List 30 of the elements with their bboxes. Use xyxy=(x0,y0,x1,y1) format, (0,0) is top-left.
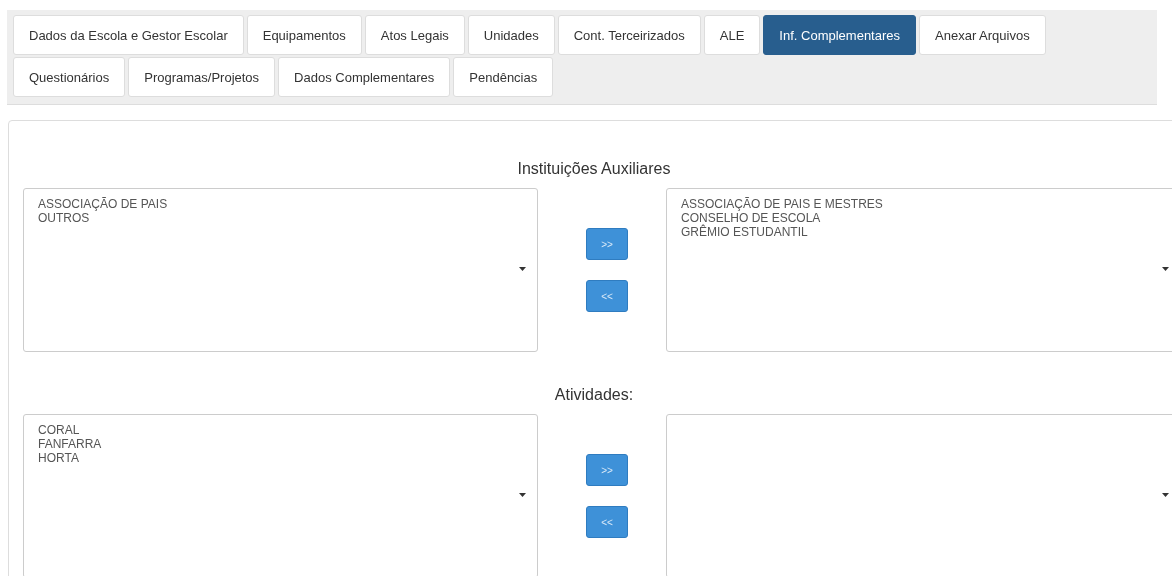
list-option[interactable]: OUTROS xyxy=(38,211,90,225)
list-option[interactable]: ASSOCIAÇÃO DE PAIS xyxy=(38,197,168,211)
tab[interactable]: Equipamentos xyxy=(246,15,362,55)
caret-icon xyxy=(1162,493,1169,497)
caret-icon xyxy=(519,267,526,271)
tab[interactable]: Questionários xyxy=(13,57,126,97)
tab[interactable]: Cont. Terceirizados xyxy=(557,15,701,55)
tab[interactable]: Unidades xyxy=(467,15,555,55)
tab[interactable]: Pendências xyxy=(453,57,554,97)
list-box[interactable]: ASSOCIAÇÃO DE PAIS OUTROS xyxy=(23,188,538,352)
section-title: Atividades: xyxy=(554,385,634,405)
list-option[interactable]: CONSELHO DE ESCOLA xyxy=(681,211,821,225)
tab[interactable]: Dados Complementares xyxy=(278,57,451,97)
list-option[interactable]: HORTA xyxy=(38,451,79,465)
list-option[interactable]: CORAL xyxy=(38,423,80,437)
tab[interactable]: Programas/Projetos xyxy=(128,57,276,97)
list-box[interactable]: ASSOCIAÇÃO DE PAIS E MESTRES CONSELHO DE ESCOLA GRÊMIO ESTUDANTIL xyxy=(666,188,1172,352)
list-box[interactable] xyxy=(666,414,1172,576)
list-option[interactable]: FANFARRA xyxy=(38,437,102,451)
tab[interactable]: Anexar Arquivos xyxy=(919,15,1046,55)
section-title: Instituições Auxiliares xyxy=(517,159,671,179)
list-option[interactable]: ASSOCIAÇÃO DE PAIS E MESTRES xyxy=(681,197,883,211)
list-box[interactable]: CORAL FANFARRA HORTA xyxy=(23,414,538,576)
tab[interactable]: Atos Legais xyxy=(364,15,465,55)
tab[interactable]: Inf. Complementares xyxy=(763,15,916,55)
caret-icon xyxy=(519,493,526,497)
list-option[interactable]: GRÊMIO ESTUDANTIL xyxy=(681,225,808,239)
tab[interactable]: Dados da Escola e Gestor Escolar xyxy=(13,15,244,55)
tab[interactable]: ALE xyxy=(703,15,761,55)
caret-icon xyxy=(1162,267,1169,271)
